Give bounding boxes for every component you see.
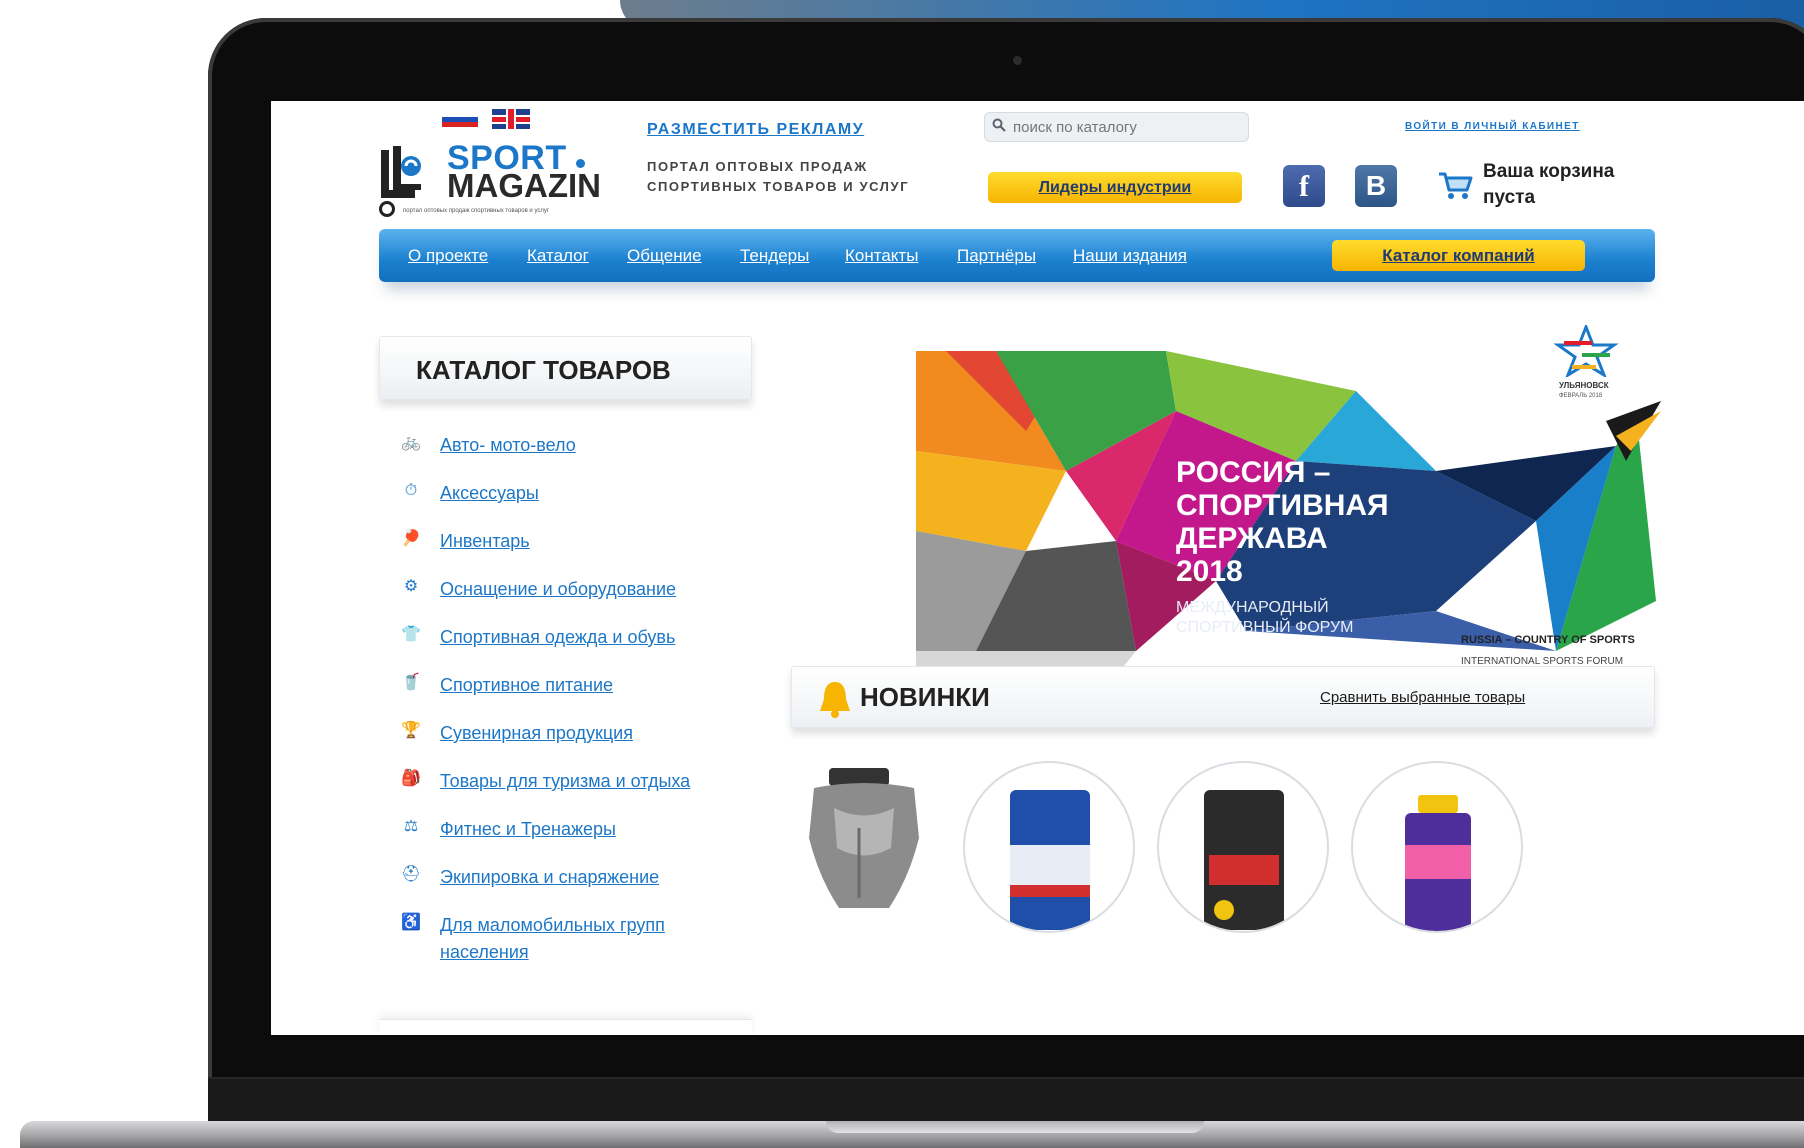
nav-item-catalog[interactable]: Каталог [527,246,589,266]
sidebar-item-label[interactable]: Авто- мото-вело [440,432,720,459]
nav-item-company-catalog[interactable]: Каталог компаний [1332,240,1585,271]
laptop-bottom-bezel [208,1077,1804,1121]
sidebar-item-label[interactable]: Оснащение и оборудование [440,576,720,603]
equipment-icon: ⚙ [403,578,419,595]
cart-status-text[interactable]: Ваша корзина пуста [1483,159,1633,211]
product-jar-image [1405,795,1471,931]
sidebar-item-label[interactable]: Фитнес и Тренажеры [440,816,720,843]
facebook-icon[interactable]: f [1283,165,1325,207]
clothing-icon: 👕 [401,626,421,643]
banner-title-line-3: ДЕРЖАВА [1176,522,1328,555]
product-card-pure-american[interactable] [963,761,1135,933]
sidebar-item-label[interactable]: Инвентарь [440,528,720,555]
search-input[interactable] [984,112,1249,142]
banner-subtitle-line-2: СПОРТИВНЫЙ ФОРУМ [1176,619,1354,636]
banner-subtitle-line-1: МЕЖДУНАРОДНЫЙ [1176,599,1329,616]
stopwatch-icon: ⏱ [404,482,418,499]
portal-description-line-2: СПОРТИВНЫХ ТОВАРОВ И УСЛУГ [647,179,910,194]
bell-icon [820,682,850,718]
backpack-icon: 🎒 [401,770,421,787]
advertise-link[interactable]: РАЗМЕСТИТЬ РЕКЛАМУ [647,121,864,139]
cart-icon[interactable] [1437,168,1473,202]
vk-icon[interactable]: B [1355,165,1397,207]
sidebar-item-label[interactable]: Аксессуары [440,480,720,507]
product-bag-image [1010,790,1090,930]
nav-item-publications[interactable]: Наши издания [1073,246,1187,266]
wheelchair-icon: ♿ [401,914,421,931]
new-products-title: НОВИНКИ [860,682,990,712]
portal-description-line-1: ПОРТАЛ ОПТОВЫХ ПРОДАЖ [647,159,868,174]
main-navigation: О проекте Каталог Общение Тендеры Контак… [379,229,1655,282]
bicycle-icon: 🚲 [401,434,421,451]
catalog-header: КАТАЛОГ ТОВАРОВ [379,336,752,400]
forum-date-caption: ФЕВРАЛЬ 2018 [1559,393,1603,399]
product-card-flex[interactable] [1351,761,1523,933]
catalog-title: КАТАЛОГ ТОВАРОВ [416,355,671,385]
sidebar-item-label[interactable]: Для маломобильных групп населения [440,912,690,966]
login-cabinet-link[interactable]: ВОЙТИ В ЛИЧНЫЙ КАБИНЕТ [1405,121,1580,132]
nav-item-about[interactable]: О проекте [408,246,488,266]
banner-title-line-1: РОССИЯ – [1176,456,1331,489]
nav-item-tenders[interactable]: Тендеры [740,246,809,266]
sidebar-next-block [379,1019,752,1035]
logo-tagline: портал оптовых продаж спортивных товаров… [403,208,550,214]
new-products-header: НОВИНКИ Сравнить выбранные товары [791,666,1655,728]
souvenir-icon: 🏆 [401,722,421,739]
nav-item-partners[interactable]: Партнёры [957,246,1036,266]
gear-kit-icon: ⛑ [400,866,422,883]
search-icon[interactable] [992,118,1006,132]
sidebar-item-label[interactable]: Сувенирная продукция [440,720,720,747]
shaker-icon: 🥤 [401,674,421,691]
product-torso-bottle-image[interactable] [799,768,929,908]
product-card-carbo[interactable] [1157,761,1329,933]
russian-flag-icon[interactable] [442,112,478,127]
sidebar-item-label[interactable]: Спортивная одежда и обувь [440,624,720,651]
compare-products-link[interactable]: Сравнить выбранные товары [1320,689,1525,706]
laptop-mockup: SPORT MAGAZIN портал оптовых продаж спор… [0,0,1804,1148]
forum-star-logo-icon [1553,325,1619,377]
logo-magazin-text[interactable]: MAGAZIN [447,167,601,205]
website-screen: SPORT MAGAZIN портал оптовых продаж спор… [271,101,1804,1035]
banner-subtitle: МЕЖДУНАРОДНЫЙ СПОРТИВНЫЙ ФОРУМ [1176,598,1353,638]
nav-item-communication[interactable]: Общение [627,246,702,266]
forum-city-caption: УЛЬЯНОВСК [1559,381,1609,390]
laptop-hinge-notch [826,1121,1204,1133]
banner-title-line-4: 2018 [1176,555,1243,588]
nav-item-contacts[interactable]: Контакты [845,246,918,266]
sidebar-item-label[interactable]: Товары для туризма и отдыха [440,768,720,795]
camera-dot [1013,56,1022,65]
logo-mark-icon[interactable] [379,146,425,206]
product-bag-image [1204,790,1284,930]
dumbbell-icon: ⚖ [403,818,419,835]
logo-ring-icon [379,201,395,217]
sidebar-item-label[interactable]: Спортивное питание [440,672,720,699]
uk-flag-icon[interactable] [492,109,530,129]
banner-title-line-2: СПОРТИВНАЯ [1176,489,1389,522]
industry-leaders-button[interactable]: Лидеры индустрии [988,172,1242,203]
banner-title: РОССИЯ – СПОРТИВНАЯ ДЕРЖАВА 2018 [1176,456,1389,588]
ping-pong-paddle-icon: 🏓 [401,530,421,547]
sidebar-item-label[interactable]: Экипировка и снаряжение [440,864,720,891]
banner-english-title: RUSSIA – COUNTRY OF SPORTS [1461,634,1635,646]
